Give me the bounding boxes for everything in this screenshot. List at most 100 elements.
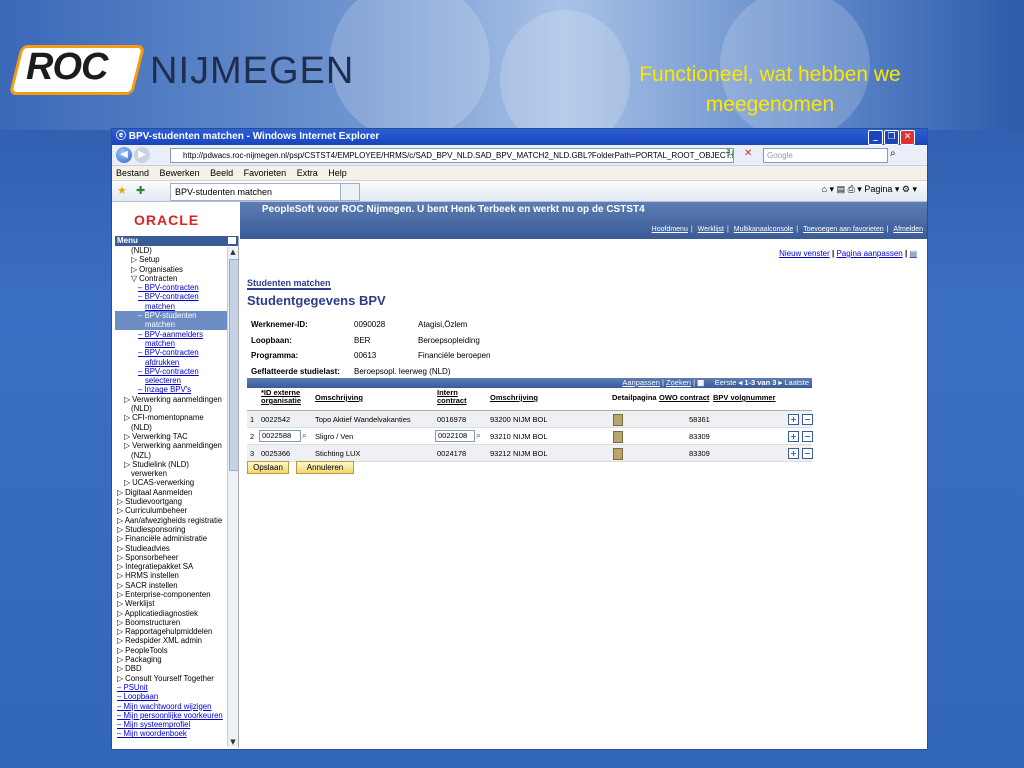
lookup-icon[interactable]: ⌕ [302, 430, 307, 441]
menu-item[interactable]: ▷ UCAS-verwerking [115, 478, 238, 487]
menu-item[interactable]: ▷ Enterprise-componenten [115, 590, 238, 599]
menu-item[interactable]: matchen [115, 320, 238, 330]
menu-item[interactable]: ▷ CFI-momentopname [115, 413, 238, 422]
menu-item[interactable]: ▷ SACR instellen [115, 581, 238, 590]
detail-page-icon[interactable] [613, 414, 623, 426]
menu-item[interactable]: ▷ Redspider XML admin [115, 636, 238, 645]
menu-item[interactable]: ▷ Applicatiediagnostiek [115, 609, 238, 618]
menu-item[interactable]: ▷ Financiële administratie [115, 534, 238, 543]
menu-item[interactable]: (NLD) [115, 246, 238, 255]
restore-icon[interactable]: ❐ [884, 130, 899, 145]
menu-beeld[interactable]: Beeld [210, 168, 233, 178]
print-icon[interactable]: ⎙ ▾ [848, 184, 862, 194]
menu-item[interactable]: matchen [115, 339, 238, 348]
grid-customize-link[interactable]: Aanpassen [622, 378, 660, 387]
minimize-icon[interactable]: _ [868, 130, 883, 145]
menu-item[interactable]: afdrukken [115, 358, 238, 367]
link-hoofdmenu[interactable]: Hoofdmenu [652, 226, 688, 233]
add-row-icon[interactable]: + [788, 414, 799, 425]
delete-row-icon[interactable]: − [802, 431, 813, 442]
menu-item[interactable]: – BPV-contracten [115, 348, 238, 357]
menu-item[interactable]: (NLD) [115, 423, 238, 432]
tools-icon[interactable]: ⚙ ▾ [902, 184, 917, 194]
menu-item[interactable]: ▷ PeopleTools [115, 646, 238, 655]
grid-find-link[interactable]: Zoeken [666, 378, 691, 387]
menu-item[interactable]: – PSUnit [115, 683, 238, 692]
menu-item[interactable]: ▷ Verwerking aanmeldingen [115, 395, 238, 404]
menu-extra[interactable]: Extra [297, 168, 318, 178]
menu-item[interactable]: ▷ Sponsorbeheer [115, 553, 238, 562]
save-button[interactable]: Opslaan [247, 461, 289, 474]
menu-item[interactable]: ▷ Setup [115, 255, 238, 264]
home-icon[interactable]: ⌂ ▾ [822, 184, 834, 194]
menu-item[interactable]: – BPV-contracten [115, 283, 238, 292]
menu-item[interactable]: selecteren [115, 376, 238, 385]
link-werklijst[interactable]: Werklijst [698, 226, 724, 233]
menu-item[interactable]: ▷ Aan/afwezigheids registratie [115, 516, 238, 525]
detail-page-icon[interactable] [613, 431, 623, 443]
link-favorieten[interactable]: Toevoegen aan favorieten [803, 226, 884, 233]
menu-item[interactable]: – BPV-contracten [115, 367, 238, 376]
menu-item[interactable]: ▷ Studievoortgang [115, 497, 238, 506]
menu-item[interactable]: ▷ Digitaal Aanmelden [115, 488, 238, 497]
delete-row-icon[interactable]: − [802, 448, 813, 459]
tab-studenten-matchen[interactable]: Studenten matchen [247, 278, 331, 290]
col-omschrijving[interactable]: Omschrijving [315, 394, 363, 402]
favorites-star-icon[interactable]: ★ [117, 184, 127, 197]
menu-item[interactable]: ▷ Verwerking aanmeldingen [115, 441, 238, 450]
stop-icon[interactable]: ✕ [744, 148, 752, 159]
menu-scrollbar[interactable]: ▲ ▼ [227, 247, 238, 747]
delete-row-icon[interactable]: − [802, 414, 813, 425]
lookup-icon[interactable]: ⌕ [476, 430, 481, 441]
grid-first-label[interactable]: Eerste [715, 378, 737, 387]
col-bpv-volgnummer[interactable]: BPV volgnummer [713, 394, 776, 402]
scroll-up-icon[interactable]: ▲ [228, 247, 238, 257]
next-page-icon[interactable]: ▸ [779, 378, 783, 387]
link-afmelden[interactable]: Afmelden [893, 226, 923, 233]
menu-item[interactable]: ▷ Boomstructuren [115, 618, 238, 627]
detail-page-icon[interactable] [613, 448, 623, 460]
col-ext-id[interactable]: *ID externe organisatie [261, 389, 311, 405]
col-intern-contract[interactable]: Intern contract [437, 389, 477, 405]
page-menu[interactable]: Pagina [864, 184, 892, 194]
add-favorite-icon[interactable]: ✚ [136, 184, 145, 197]
new-tab-button[interactable] [340, 183, 360, 201]
contract-input[interactable]: 0022108 [435, 430, 475, 442]
menu-item[interactable]: – Loopbaan [115, 692, 238, 701]
menu-item[interactable]: ▷ Consult Yourself Together [115, 674, 238, 683]
back-icon[interactable]: ◀ [116, 147, 132, 163]
menu-item[interactable]: ▷ Rapportagehulpmiddelen [115, 627, 238, 636]
search-icon[interactable]: ⌕ [890, 148, 896, 159]
menu-help[interactable]: Help [328, 168, 347, 178]
menu-item[interactable]: ▷ Studieadvies [115, 544, 238, 553]
col-omschrijving-2[interactable]: Omschrijving [490, 394, 538, 402]
feeds-icon[interactable]: ▤ [837, 184, 848, 194]
menu-bewerken[interactable]: Bewerken [160, 168, 200, 178]
menu-item[interactable]: – Mijn woordenboek [115, 729, 238, 738]
menu-item[interactable]: (NLD) [115, 404, 238, 413]
refresh-icon[interactable]: ↻ [726, 148, 734, 159]
menu-item[interactable]: – BPV-contracten [115, 292, 238, 301]
grid-last-label[interactable]: Laatste [784, 378, 809, 387]
scroll-down-icon[interactable]: ▼ [228, 737, 238, 747]
tab-bpv-studenten[interactable]: BPV-studenten matchen [170, 183, 346, 201]
help-icon[interactable]: ▤ [909, 249, 917, 258]
add-row-icon[interactable]: + [788, 431, 799, 442]
menu-item[interactable]: – Mijn persoonlijke voorkeuren [115, 711, 238, 720]
menu-item[interactable]: – Mijn systeemprofiel [115, 720, 238, 729]
menu-item[interactable]: ▷ HRMS instellen [115, 571, 238, 580]
link-multikanaalconsole[interactable]: Multikanaalconsole [734, 226, 794, 233]
forward-icon[interactable]: ▶ [134, 147, 150, 163]
menu-item[interactable]: – BPV-aanmelders [115, 330, 238, 339]
menu-item[interactable]: ▷ Studiesponsoring [115, 525, 238, 534]
scroll-thumb[interactable] [229, 259, 238, 471]
grid-view-all-icon[interactable]: ▦ [697, 378, 704, 387]
col-owo-contract[interactable]: OWO contract [659, 394, 709, 402]
url-input[interactable]: http://pdwacs.roc-nijmegen.nl/psp/CSTST4… [170, 148, 734, 163]
menu-item[interactable]: ▷ Integratiepakket SA [115, 562, 238, 571]
menu-item[interactable]: verwerken [115, 469, 238, 478]
collapse-menu-icon[interactable] [228, 237, 236, 244]
menu-item[interactable]: ▷ Studielink (NLD) [115, 460, 238, 469]
menu-bestand[interactable]: Bestand [116, 168, 149, 178]
cancel-button[interactable]: Annuleren [296, 461, 354, 474]
